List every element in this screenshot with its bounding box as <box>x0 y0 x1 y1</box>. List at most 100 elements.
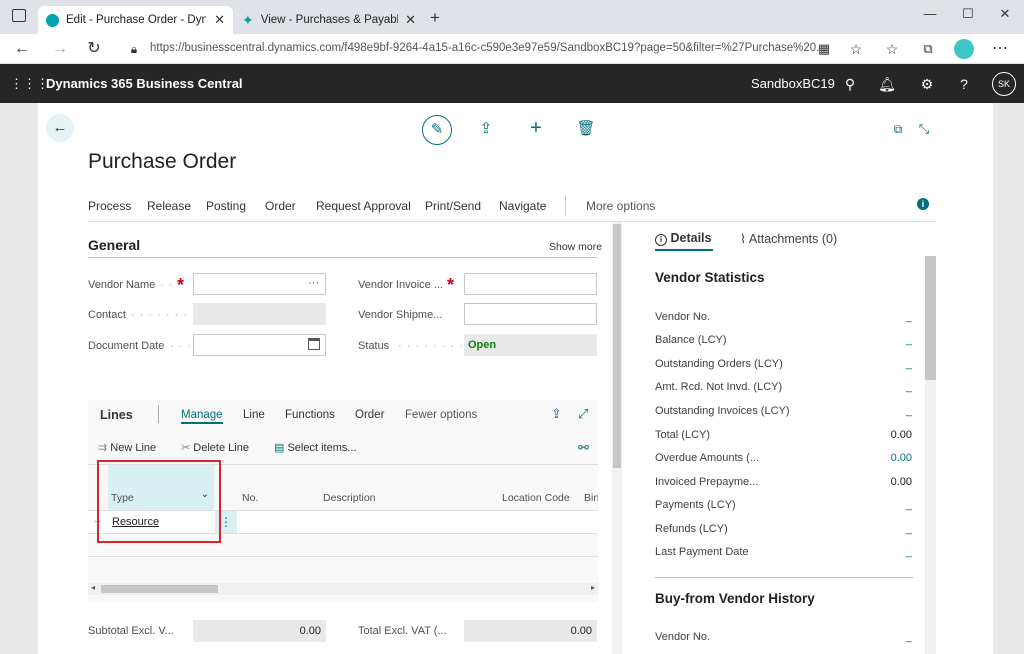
subtotal-value: 0.00 <box>299 625 321 637</box>
share-icon[interactable]: ⇪ <box>551 406 562 422</box>
close-icon[interactable]: ✕ <box>405 12 416 28</box>
app-title[interactable]: Dynamics 365 Business Central <box>46 76 243 91</box>
vendor-shipment-no-field[interactable] <box>464 303 597 325</box>
delete-line-button[interactable]: ✂ Delete Line <box>181 441 249 454</box>
close-window-button[interactable]: ✕ <box>995 4 1015 24</box>
more-options-button[interactable]: More options <box>586 199 655 213</box>
details-tab-underline <box>655 249 713 251</box>
action-order[interactable]: Order <box>265 199 296 213</box>
statistic-value[interactable]: _ <box>852 334 912 346</box>
new-plus-icon[interactable]: + <box>522 114 550 142</box>
expand-icon[interactable]: ⤢ <box>578 406 588 422</box>
new-tab-button[interactable]: + <box>430 8 440 28</box>
lines-tab-fewer-options[interactable]: Fewer options <box>405 409 477 421</box>
collections-icon[interactable]: ⧉ <box>918 39 938 59</box>
maximize-button[interactable]: ☐ <box>958 4 978 24</box>
browser-tab-purchase-order[interactable]: Edit - Purchase Order - Dynamics ✕ <box>38 6 233 34</box>
subtotal-label: Subtotal Excl. V... <box>88 625 174 637</box>
favorites-icon[interactable]: ☆ <box>882 39 902 59</box>
edit-pencil-icon[interactable]: ✎ <box>422 115 452 145</box>
bin-column-header[interactable]: Bin <box>584 492 598 504</box>
search-icon[interactable]: ⚲ <box>840 74 860 94</box>
open-in-new-window-icon[interactable]: ⧉ <box>884 115 912 143</box>
general-section-header[interactable]: General <box>88 237 140 253</box>
scroll-thumb[interactable] <box>101 585 218 593</box>
refresh-icon[interactable]: ↻ <box>84 39 104 59</box>
history-vendor-no-value[interactable]: _ <box>852 631 912 643</box>
select-items-icon: ▤ <box>274 442 285 454</box>
favorite-add-icon[interactable]: ☆ <box>846 39 866 59</box>
content-scroll-thumb[interactable] <box>613 224 621 468</box>
notification-bell-icon[interactable]: 🔔︎ <box>877 74 897 94</box>
no-column-header[interactable]: No. <box>242 492 258 504</box>
attachments-tab[interactable]: ⌇ Attachments (0) <box>740 231 837 246</box>
vendor-name-field[interactable]: ··· <box>193 273 326 295</box>
status-value: Open <box>468 339 497 351</box>
minimize-button[interactable]: — <box>920 4 940 24</box>
details-tab[interactable]: i Details <box>655 231 711 246</box>
select-items-button[interactable]: ▤ Select items... <box>274 441 357 454</box>
new-line-icon: ⇉ <box>98 442 108 454</box>
user-avatar[interactable]: SK <box>992 72 1016 96</box>
lines-tab-line[interactable]: Line <box>243 409 265 421</box>
back-icon[interactable]: ← <box>12 39 32 59</box>
browser-tab-setup[interactable]: ✦ View - Purchases & Payables Setu ✕ <box>234 6 424 34</box>
personalize-icon[interactable]: ⚯ <box>578 440 589 456</box>
statistic-value[interactable]: _ <box>852 311 912 323</box>
app-launcher-icon[interactable]: ⋮⋮⋮ <box>10 74 49 94</box>
lines-tab-order[interactable]: Order <box>355 409 384 421</box>
statistic-value[interactable]: _ <box>852 358 912 370</box>
action-process[interactable]: Process <box>88 199 131 213</box>
url-field[interactable]: https://businesscentral.dynamics.com/f49… <box>150 42 826 54</box>
lines-tab-functions[interactable]: Functions <box>285 409 335 421</box>
calendar-icon[interactable] <box>308 338 320 350</box>
app-header: ⋮⋮⋮ Dynamics 365 Business Central Sandbo… <box>0 64 1024 103</box>
divider <box>88 257 597 258</box>
location-code-column-header[interactable]: Location Code <box>502 492 570 504</box>
delete-trash-icon[interactable]: 🗑︎ <box>572 115 600 143</box>
app-available-icon[interactable]: ▦ <box>814 39 834 59</box>
scroll-right-icon[interactable]: ▸ <box>591 583 595 592</box>
vendor-statistics-header[interactable]: Vendor Statistics <box>655 270 765 285</box>
subtotal-field: 0.00 <box>193 620 326 642</box>
description-column-header[interactable]: Description <box>323 492 376 504</box>
statistic-value[interactable]: _ <box>852 405 912 417</box>
factbox-scroll-thumb[interactable] <box>925 256 936 380</box>
vendor-invoice-label: Vendor Invoice ... <box>358 279 443 291</box>
document-date-label: Document Date <box>88 340 165 352</box>
share-icon[interactable]: ⇪ <box>472 115 500 143</box>
settings-gear-icon[interactable]: ⚙ <box>917 74 937 94</box>
info-icon[interactable]: i <box>917 198 929 210</box>
more-menu-icon[interactable]: ⋯ <box>990 39 1010 59</box>
tab-actions-icon[interactable] <box>12 9 26 22</box>
statistic-label: Vendor No. <box>655 311 711 323</box>
action-navigate[interactable]: Navigate <box>499 199 546 213</box>
back-arrow-icon[interactable]: ← <box>46 114 74 142</box>
lines-tab-manage[interactable]: Manage <box>181 409 223 424</box>
vendor-shipment-label: Vendor Shipme... <box>358 309 443 321</box>
statistic-value[interactable]: _ <box>852 546 912 558</box>
show-more-link[interactable]: Show more <box>549 241 602 253</box>
vendor-invoice-no-field[interactable] <box>464 273 597 295</box>
action-release[interactable]: Release <box>147 199 191 213</box>
statistic-value[interactable]: _ <box>852 499 912 511</box>
horizontal-scrollbar[interactable]: ◂ ▸ <box>88 583 598 595</box>
statistic-value[interactable]: _ <box>852 381 912 393</box>
collapse-icon[interactable]: ⤡ <box>910 115 938 143</box>
help-icon[interactable]: ? <box>954 74 974 94</box>
profile-avatar[interactable] <box>954 39 974 59</box>
lookup-ellipsis-icon[interactable]: ··· <box>308 277 319 289</box>
close-icon[interactable]: ✕ <box>214 12 225 28</box>
forward-icon[interactable]: → <box>50 39 70 59</box>
statistic-value[interactable]: 0.00 <box>852 452 912 464</box>
action-posting[interactable]: Posting <box>206 199 246 213</box>
action-request-approval[interactable]: Request Approval <box>316 199 411 213</box>
action-print-send[interactable]: Print/Send <box>425 199 481 213</box>
statistic-label: Refunds (LCY) <box>655 523 728 535</box>
scroll-left-icon[interactable]: ◂ <box>91 583 95 592</box>
tab-title: View - Purchases & Payables Setu <box>260 14 399 26</box>
document-date-field[interactable] <box>193 334 326 356</box>
buy-from-vendor-history-header[interactable]: Buy-from Vendor History <box>655 591 815 606</box>
new-line-button[interactable]: ⇉ New Line <box>98 441 156 454</box>
statistic-value[interactable]: _ <box>852 523 912 535</box>
